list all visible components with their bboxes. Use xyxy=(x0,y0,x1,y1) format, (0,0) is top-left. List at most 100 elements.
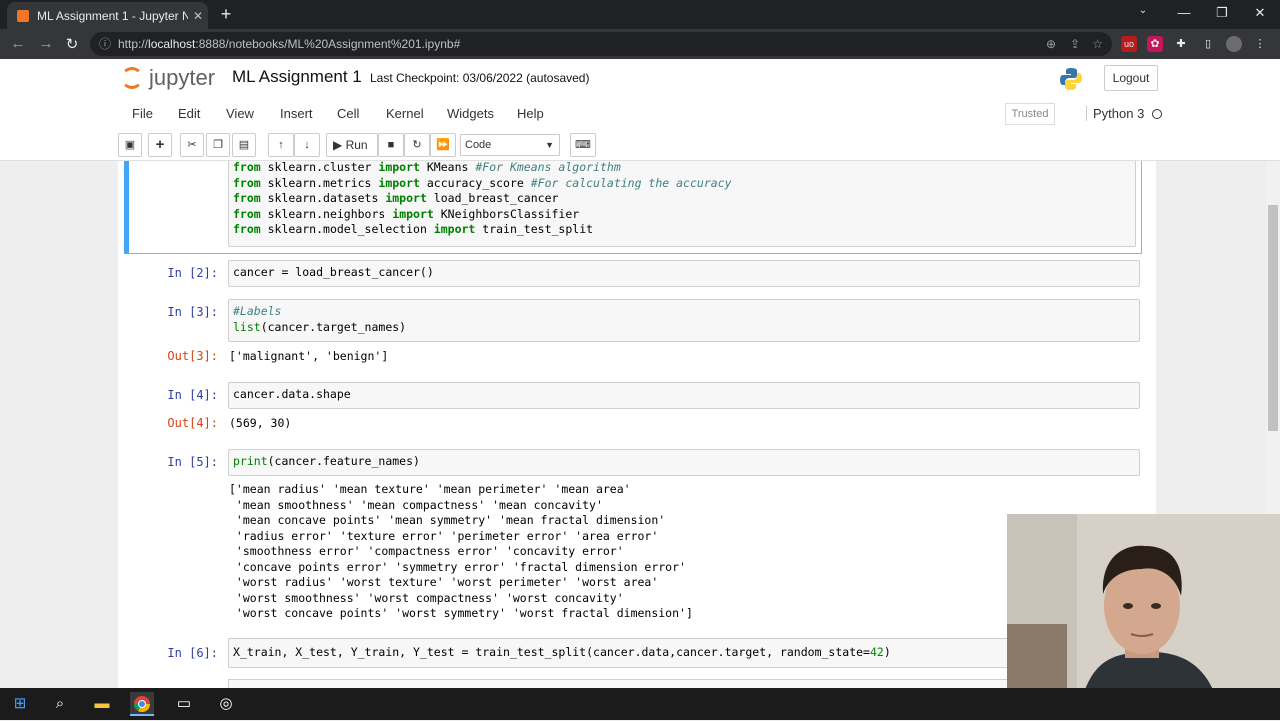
minimize-button[interactable]: — xyxy=(1174,5,1194,20)
code-text: X_train, X_test, Y_train, Y_test = train… xyxy=(233,645,870,659)
windows-taskbar: ⊞ ⌕ ▬ ▭ ◎ xyxy=(0,688,1280,720)
close-window-button[interactable]: ✕ xyxy=(1250,5,1270,21)
kernel-idle-icon xyxy=(1152,109,1163,119)
menu-widgets[interactable]: Widgets xyxy=(447,106,494,121)
trusted-badge[interactable]: Trusted xyxy=(1005,103,1055,125)
reload-icon[interactable]: ↻ xyxy=(62,35,82,53)
logout-button[interactable]: Logout xyxy=(1104,65,1158,91)
chevron-down-icon: ▼ xyxy=(545,140,554,150)
url-input[interactable]: ⓘ http://localhost:8888/notebooks/ML%20A… xyxy=(90,32,1112,56)
menu-file[interactable]: File xyxy=(132,106,153,121)
jupyter-favicon-icon xyxy=(17,9,29,22)
menu-kernel[interactable]: Kernel xyxy=(386,106,424,121)
cut-icon[interactable]: ✂ xyxy=(180,133,204,157)
browser-menu-icon[interactable]: ⋮ xyxy=(1252,36,1268,52)
cell-output: ['malignant', 'benign'] xyxy=(229,349,389,363)
in-prompt: In [6]: xyxy=(167,646,218,660)
ublock-extension-icon[interactable]: uo xyxy=(1121,36,1137,52)
menu-view[interactable]: View xyxy=(226,106,254,121)
profile-avatar[interactable] xyxy=(1226,36,1242,52)
restart-run-all-icon[interactable]: ⏩ xyxy=(430,133,456,157)
builtin-fn: print xyxy=(233,454,268,468)
menu-edit[interactable]: Edit xyxy=(178,106,200,121)
terminal-icon[interactable]: ▭ xyxy=(172,692,196,716)
out-prompt: Out[4]: xyxy=(167,416,218,430)
menu-help[interactable]: Help xyxy=(517,106,544,121)
url-scheme: http:// xyxy=(118,37,149,51)
interrupt-icon[interactable]: ■ xyxy=(378,133,404,157)
info-icon[interactable]: ⓘ xyxy=(99,32,111,56)
import-cell-input[interactable]: from sklearn.cluster import KMeans #For … xyxy=(228,161,1136,247)
cell-type-value: Code xyxy=(465,139,492,151)
save-icon[interactable]: ▣ xyxy=(118,133,142,157)
url-host: localhost xyxy=(148,37,196,51)
move-up-icon[interactable]: ↑ xyxy=(268,133,294,157)
tab-title: ML Assignment 1 - Jupyter Notel xyxy=(37,8,188,23)
in-prompt: In [3]: xyxy=(167,305,218,319)
search-icon[interactable]: ⌕ xyxy=(48,692,72,716)
cell-output: ['mean radius' 'mean texture' 'mean peri… xyxy=(229,482,693,620)
import-line-4: from sklearn.model_selection import trai… xyxy=(233,222,594,237)
cell-input[interactable]: cancer.data.shape xyxy=(228,382,1140,409)
code-end: ) xyxy=(883,645,891,659)
restart-icon[interactable]: ↻ xyxy=(404,133,430,157)
cell-input[interactable]: #Labels list(cancer.target_names) xyxy=(228,299,1140,342)
paste-icon[interactable]: ▤ xyxy=(232,133,256,157)
jupyter-logo-icon xyxy=(121,67,143,89)
in-prompt: In [5]: xyxy=(167,455,218,469)
share-icon[interactable]: ⇪ xyxy=(1070,32,1080,56)
kernel-name: Python 3 xyxy=(1093,106,1145,121)
next-cell-input[interactable] xyxy=(228,679,1136,688)
in-prompt: In [2]: xyxy=(167,266,218,280)
bookmark-star-icon[interactable]: ☆ xyxy=(1092,32,1103,56)
windows-start-icon[interactable]: ⊞ xyxy=(8,692,32,716)
command-palette-icon[interactable]: ⌨ xyxy=(570,133,596,157)
python-logo-icon xyxy=(1060,68,1082,90)
code-rest: (cancer.feature_names) xyxy=(267,454,420,468)
notebook-toolbar: ▣ + ✂ ❐ ▤ ↑ ↓ ▶ Run ■ ↻ ⏩ Code ▼ ⌨ xyxy=(118,133,1166,159)
import-line-1: from sklearn.metrics import accuracy_sco… xyxy=(233,175,732,190)
extension-icon[interactable]: ✿ xyxy=(1147,36,1163,52)
code-comment: #Labels xyxy=(233,304,282,318)
checkpoint-status: Last Checkpoint: 03/06/2022 (autosaved) xyxy=(370,71,590,85)
zoom-icon[interactable]: ⊕ xyxy=(1046,32,1056,56)
back-icon[interactable]: ← xyxy=(8,35,28,52)
url-path: :8888/notebooks/ML%20Assignment%201.ipyn… xyxy=(195,37,461,51)
menu-cell[interactable]: Cell xyxy=(337,106,359,121)
browser-tab-bar: ML Assignment 1 - Jupyter Notel ✕ + ⌄ — … xyxy=(0,0,1280,29)
tab-search-icon[interactable]: ⌄ xyxy=(1133,5,1153,16)
import-line-0: from sklearn.cluster import KMeans #For … xyxy=(233,161,621,174)
copy-icon[interactable]: ❐ xyxy=(206,133,230,157)
run-label: Run xyxy=(345,138,368,152)
move-down-icon[interactable]: ↓ xyxy=(294,133,320,157)
tab-close-icon[interactable]: ✕ xyxy=(188,9,208,23)
forward-icon[interactable]: → xyxy=(36,35,56,52)
import-line-3: from sklearn.neighbors import KNeighbors… xyxy=(233,206,580,221)
file-explorer-icon[interactable]: ▬ xyxy=(90,692,114,716)
chrome-icon[interactable] xyxy=(130,692,154,716)
cell-input[interactable]: print(cancer.feature_names) xyxy=(228,449,1140,476)
sidepanel-icon[interactable]: ▯ xyxy=(1200,36,1216,52)
add-cell-icon[interactable]: + xyxy=(148,133,172,157)
extensions-puzzle-icon[interactable]: ✚ xyxy=(1173,36,1189,52)
cell-input[interactable]: cancer = load_breast_cancer() xyxy=(228,260,1140,287)
run-button[interactable]: ▶ Run xyxy=(326,133,378,157)
cell-type-select[interactable]: Code ▼ xyxy=(460,134,560,156)
app-icon[interactable]: ◎ xyxy=(214,692,238,716)
jupyter-logo-text: jupyter xyxy=(149,65,216,90)
out-prompt: Out[3]: xyxy=(167,349,218,363)
play-icon: ▶ xyxy=(333,138,343,152)
menu-insert[interactable]: Insert xyxy=(280,106,313,121)
notebook-name[interactable]: ML Assignment 1 xyxy=(232,67,362,87)
jupyter-logo[interactable]: jupyter xyxy=(121,65,215,91)
import-line-2: from sklearn.datasets import load_breast… xyxy=(233,191,559,206)
address-bar-row: ← → ↻ ⓘ http://localhost:8888/notebooks/… xyxy=(0,29,1280,59)
browser-tab[interactable]: ML Assignment 1 - Jupyter Notel ✕ xyxy=(7,2,208,29)
jupyter-header: jupyter ML Assignment 1 Last Checkpoint:… xyxy=(0,59,1280,161)
maximize-button[interactable]: ❐ xyxy=(1212,5,1232,21)
scrollbar-thumb[interactable] xyxy=(1268,205,1278,431)
cell-input[interactable]: X_train, X_test, Y_train, Y_test = train… xyxy=(228,638,1140,668)
new-tab-button[interactable]: + xyxy=(217,5,235,23)
notebook-container: from sklearn.cluster import KMeans #For … xyxy=(118,161,1156,688)
builtin-fn: list xyxy=(233,319,261,334)
